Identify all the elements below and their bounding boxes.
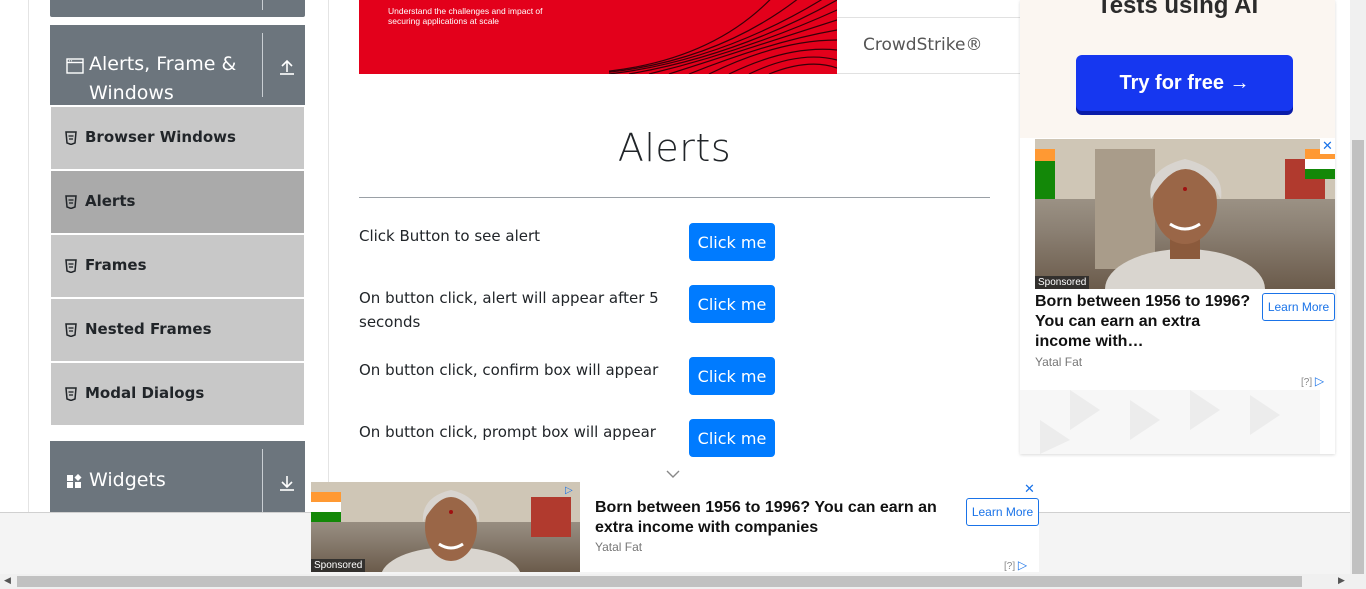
vertical-scrollbar-thumb[interactable] [1352,140,1364,574]
page-title: Alerts [617,126,732,170]
prompt-row-text: On button click, prompt box will appear [359,423,656,441]
sidebar-divider [328,0,329,512]
arrow-down-icon[interactable] [278,474,296,492]
prompt-button[interactable]: Click me [689,419,775,457]
header-divider [262,0,263,10]
widgets-icon [67,474,82,488]
window-icon [66,58,84,74]
banner-ad-brand-panel[interactable]: CrowdStrike® [837,0,1020,74]
ad-top-panel: Tests using AI Try for free → [1020,0,1335,138]
bottom-ad-headline[interactable]: Born between 1956 to 1996? You can earn … [595,498,955,538]
right-ad-panel[interactable]: Tests using AI Try for free → Sponsored … [1020,0,1335,454]
adchoices-text: [?] [1004,561,1016,572]
ad-top-title: Tests using AI [1096,0,1259,19]
adchoices-icon[interactable]: ▷ [565,485,573,496]
banner-tagline: Understand the challenges and impact of … [388,6,543,26]
title-divider [359,197,990,198]
sidebar-item-alerts[interactable]: Alerts [51,171,304,233]
adchoices-text: [?] [1301,377,1313,388]
group-header-widgets[interactable]: Widgets [50,441,305,512]
adchoices-info[interactable]: [?] ▷ [1004,558,1027,572]
learn-more-button[interactable]: Learn More [1262,293,1335,321]
bottom-ad-photo[interactable]: Sponsored [311,482,580,572]
sidebar-item-label: Browser Windows [85,128,236,146]
horizontal-scrollbar[interactable]: ◀ ▶ [0,574,1366,589]
sidebar-item-frames[interactable]: Frames [51,235,304,297]
sidebar-item-nested-frames[interactable]: Nested Frames [51,299,304,361]
group-label: Widgets [89,469,166,491]
group-label: Alerts, Frame & Windows [89,53,237,104]
sidebar-previous-group-header[interactable] [50,0,305,17]
bottom-learn-more-button[interactable]: Learn More [966,498,1039,526]
alert-row-text: Click Button to see alert [359,227,541,245]
close-icon[interactable]: ✕ [1320,139,1335,154]
timer-alert-button[interactable]: Click me [689,285,775,323]
html5-icon [65,131,77,145]
ad-background-pattern [1020,390,1320,454]
triangle-pattern [1040,390,1280,454]
ad-headline[interactable]: Born between 1956 to 1996? You can earn … [1035,292,1255,352]
close-icon[interactable]: ✕ [1022,482,1037,497]
header-divider [262,449,263,512]
adchoices-info[interactable]: [?] ▷ [1301,374,1324,388]
chevron-down-icon[interactable] [666,469,680,479]
confirm-button[interactable]: Click me [689,357,775,395]
bottom-ad-advertiser: Yatal Fat [595,540,643,554]
html5-icon [65,259,77,273]
scroll-left-arrow-icon[interactable]: ◀ [4,576,11,586]
banner-tagline-line2: securing applications at scale [388,16,500,26]
group-header-alerts-frame-windows[interactable]: Alerts, Frame & Windows [50,25,305,105]
vertical-scrollbar[interactable] [1350,0,1366,574]
ad-photo-illustration [1035,139,1335,289]
banner-separator [837,17,1020,18]
sidebar-item-label: Modal Dialogs [85,384,205,402]
banner-ad-image[interactable]: Understand the challenges and impact of … [359,0,837,74]
alert-button[interactable]: Click me [689,223,775,261]
html5-icon [65,387,77,401]
sidebar-item-label: Frames [85,256,147,274]
banner-brand: CrowdStrike® [863,35,983,55]
sponsored-label: Sponsored [1035,276,1090,289]
sidebar-item-label: Nested Frames [85,320,212,338]
html5-icon [65,323,77,337]
scroll-right-arrow-icon[interactable]: ▶ [1338,576,1345,586]
try-for-free-button[interactable]: Try for free → [1076,55,1293,111]
confirm-row-text: On button click, confirm box will appear [359,361,659,379]
banner-swirl-graphic [609,0,837,74]
header-divider [262,33,263,97]
banner-tagline-line1: Understand the challenges and impact of [388,6,543,16]
ad-photo[interactable]: Sponsored ✕ [1035,139,1335,289]
arrow-up-icon[interactable] [278,58,296,76]
adchoices-icon: ▷ [1314,374,1325,388]
timer-alert-row-text: On button click, alert will appear after… [359,289,659,331]
sidebar-item-label: Alerts [85,192,136,210]
sidebar-item-browser-windows[interactable]: Browser Windows [51,107,304,169]
page-left-border [28,0,29,512]
sponsored-label: Sponsored [311,559,366,572]
html5-icon [65,195,77,209]
adchoices-icon: ▷ [1017,558,1028,572]
sidebar-item-modal-dialogs[interactable]: Modal Dialogs [51,363,304,425]
horizontal-scrollbar-thumb[interactable] [17,576,1302,587]
bottom-ad-panel[interactable]: Sponsored ▷ Born between 1956 to 1996? Y… [311,482,1039,572]
ad-advertiser: Yatal Fat [1035,355,1083,369]
